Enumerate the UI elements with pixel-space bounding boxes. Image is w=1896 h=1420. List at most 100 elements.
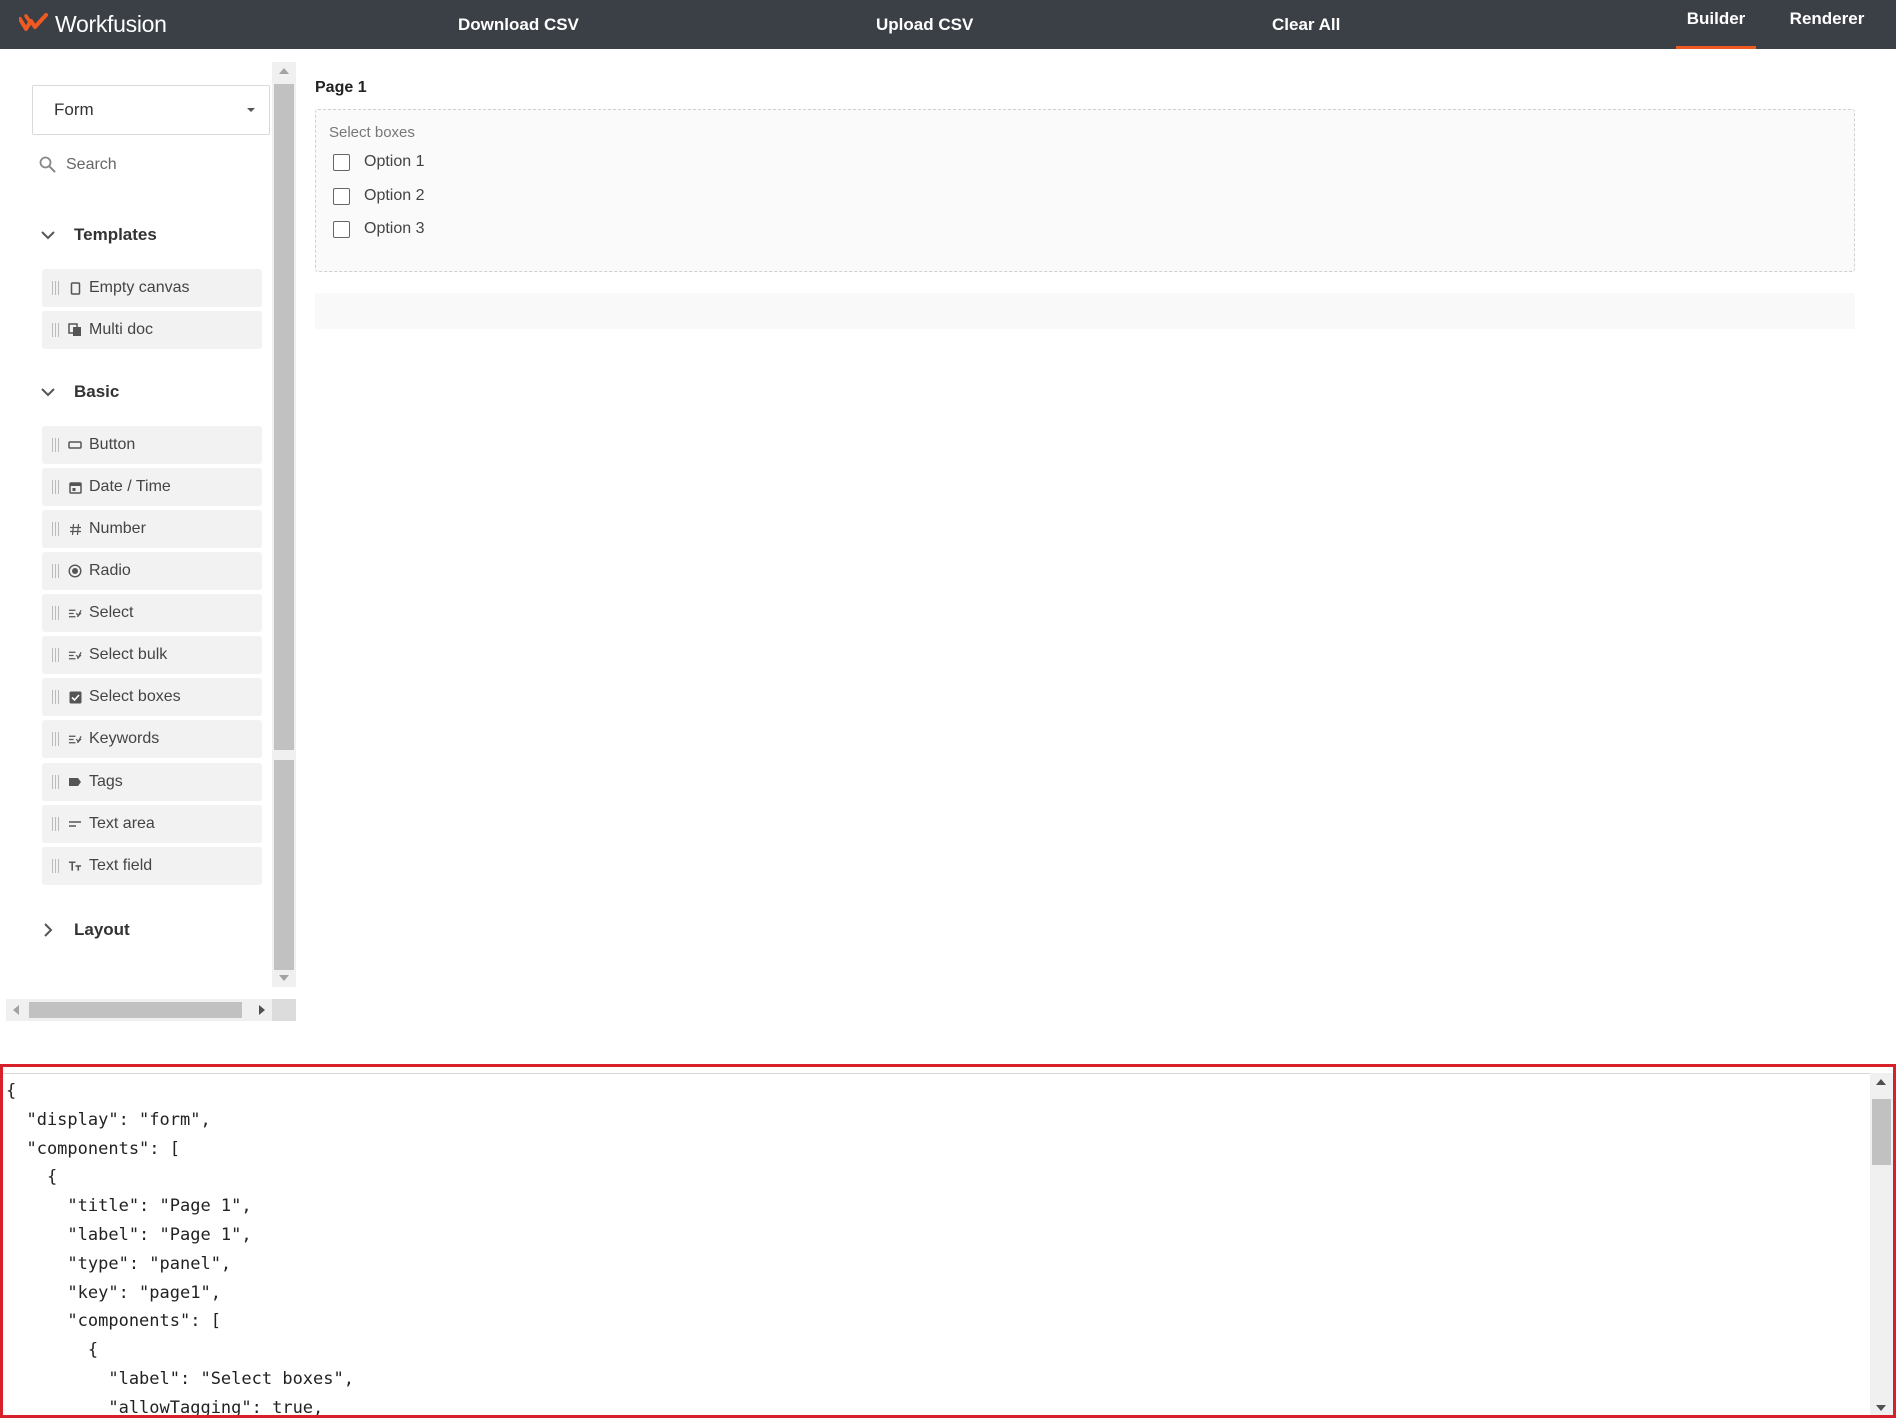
drag-handle-icon: [52, 522, 60, 536]
search-box: [36, 149, 266, 181]
upload-csv-button[interactable]: Upload CSV: [876, 0, 973, 49]
component-drop-zone[interactable]: [315, 293, 1855, 329]
scroll-thumb[interactable]: [274, 84, 294, 750]
search-input[interactable]: [66, 151, 256, 179]
json-editor-content[interactable]: { "display": "form", "components": [ { "…: [6, 1077, 354, 1415]
tab-builder[interactable]: Builder: [1676, 0, 1756, 49]
json-line: "components": [: [6, 1311, 221, 1332]
json-line: {: [6, 1081, 17, 1101]
chevron-down-icon: [41, 388, 55, 397]
group-templates-toggle[interactable]: Templates: [38, 220, 157, 250]
option-1-checkbox[interactable]: Option 1: [333, 151, 424, 173]
scroll-track-segment[interactable]: [274, 760, 294, 970]
group-basic-toggle[interactable]: Basic: [38, 377, 119, 407]
drag-handle-icon: [52, 606, 60, 620]
scroll-up-arrow-icon[interactable]: [1876, 1079, 1886, 1085]
drag-handle-icon: [52, 438, 60, 452]
list-check-icon: [68, 648, 82, 662]
drag-handle-icon: [52, 323, 60, 337]
json-line: {: [6, 1340, 99, 1361]
component-button[interactable]: Button: [42, 426, 262, 464]
component-radio[interactable]: Radio: [42, 552, 262, 590]
workfusion-logo-icon: [19, 13, 48, 31]
option-3-checkbox[interactable]: Option 3: [333, 218, 424, 240]
component-label: Tags: [89, 773, 123, 790]
tab-builder-label: Builder: [1686, 9, 1746, 28]
checkbox[interactable]: [333, 220, 350, 238]
json-line: "key": "page1",: [6, 1282, 221, 1303]
form-type-select[interactable]: Form: [32, 85, 270, 135]
text-lines-icon: [68, 817, 82, 831]
component-number[interactable]: Number: [42, 510, 262, 548]
select-boxes-label: Select boxes: [329, 124, 415, 141]
group-layout-title: Layout: [74, 920, 130, 939]
component-label: Select boxes: [89, 688, 181, 705]
component-label: Date / Time: [89, 478, 171, 495]
drag-handle-icon: [52, 690, 60, 704]
sidebar-vertical-scrollbar[interactable]: [272, 62, 296, 987]
hash-icon: [68, 522, 82, 536]
brand-name: Workfusion: [55, 10, 167, 37]
scroll-down-arrow-icon[interactable]: [279, 975, 289, 981]
component-text-field[interactable]: Text field: [42, 847, 262, 885]
component-label: Number: [89, 520, 146, 537]
scroll-thumb[interactable]: [29, 1002, 242, 1018]
component-keywords[interactable]: Keywords: [42, 720, 262, 758]
component-label: Keywords: [89, 730, 160, 747]
component-multi-doc[interactable]: Multi doc: [42, 311, 262, 349]
button-icon: [68, 438, 82, 452]
component-text-area[interactable]: Text area: [42, 805, 262, 843]
drag-handle-icon: [52, 817, 60, 831]
drag-handle-icon: [52, 859, 60, 873]
group-layout-toggle[interactable]: Layout: [38, 915, 130, 945]
json-line: "type": "panel",: [6, 1253, 232, 1274]
download-csv-button[interactable]: Download CSV: [458, 0, 579, 49]
drag-handle-icon: [52, 648, 60, 662]
select-boxes-component[interactable]: Select boxes Option 1 Option 2 Option 3: [315, 109, 1855, 272]
drag-handle-icon: [52, 775, 60, 789]
component-sidebar: Form Templates Empty canvas Multi doc: [0, 49, 296, 1024]
checkbox[interactable]: [333, 187, 350, 205]
text-size-icon: [68, 859, 82, 873]
json-line: "label": "Select boxes",: [6, 1368, 354, 1389]
json-editor[interactable]: { "display": "form", "components": [ { "…: [3, 1073, 1873, 1415]
scroll-up-arrow-icon[interactable]: [279, 68, 289, 74]
copy-icon: [68, 323, 82, 337]
option-label: Option 2: [364, 187, 425, 204]
checkbox-icon: [68, 690, 82, 704]
checkbox[interactable]: [333, 153, 350, 171]
component-label: Select bulk: [89, 646, 168, 663]
option-2-checkbox[interactable]: Option 2: [333, 185, 424, 207]
scroll-down-arrow-icon[interactable]: [1876, 1405, 1886, 1411]
component-select-boxes[interactable]: Select boxes: [42, 678, 262, 716]
json-editor-scrollbar[interactable]: [1870, 1073, 1893, 1415]
drag-handle-icon: [52, 564, 60, 578]
tab-renderer-label: Renderer: [1789, 9, 1865, 28]
brand-logo[interactable]: Workfusion: [19, 8, 167, 40]
group-templates-title: Templates: [74, 225, 157, 244]
chevron-right-icon: [44, 923, 53, 937]
radio-icon: [68, 564, 82, 578]
component-select-bulk[interactable]: Select bulk: [42, 636, 262, 674]
component-tags[interactable]: Tags: [42, 763, 262, 801]
clear-all-button[interactable]: Clear All: [1272, 0, 1340, 49]
scroll-right-arrow-icon[interactable]: [259, 1005, 265, 1015]
json-editor-panel: { "display": "form", "components": [ { "…: [0, 1064, 1896, 1418]
sidebar-scroll-area: Form Templates Empty canvas Multi doc: [0, 49, 272, 999]
scroll-thumb[interactable]: [1872, 1099, 1891, 1165]
component-empty-canvas[interactable]: Empty canvas: [42, 269, 262, 307]
component-select[interactable]: Select: [42, 594, 262, 632]
chevron-down-icon: [41, 231, 55, 240]
json-line: {: [6, 1167, 58, 1188]
tag-icon: [68, 775, 82, 789]
scroll-left-arrow-icon[interactable]: [13, 1005, 19, 1015]
component-label: Text field: [89, 857, 153, 874]
component-date-time[interactable]: Date / Time: [42, 468, 262, 506]
component-label: Text area: [89, 815, 155, 832]
tab-renderer[interactable]: Renderer: [1782, 0, 1872, 49]
calendar-icon: [68, 480, 82, 494]
sidebar-horizontal-scrollbar[interactable]: [6, 999, 272, 1021]
drag-handle-icon: [52, 281, 60, 295]
top-bar: Workfusion Download CSV Upload CSV Clear…: [0, 0, 1896, 49]
component-label: Empty canvas: [89, 279, 190, 296]
